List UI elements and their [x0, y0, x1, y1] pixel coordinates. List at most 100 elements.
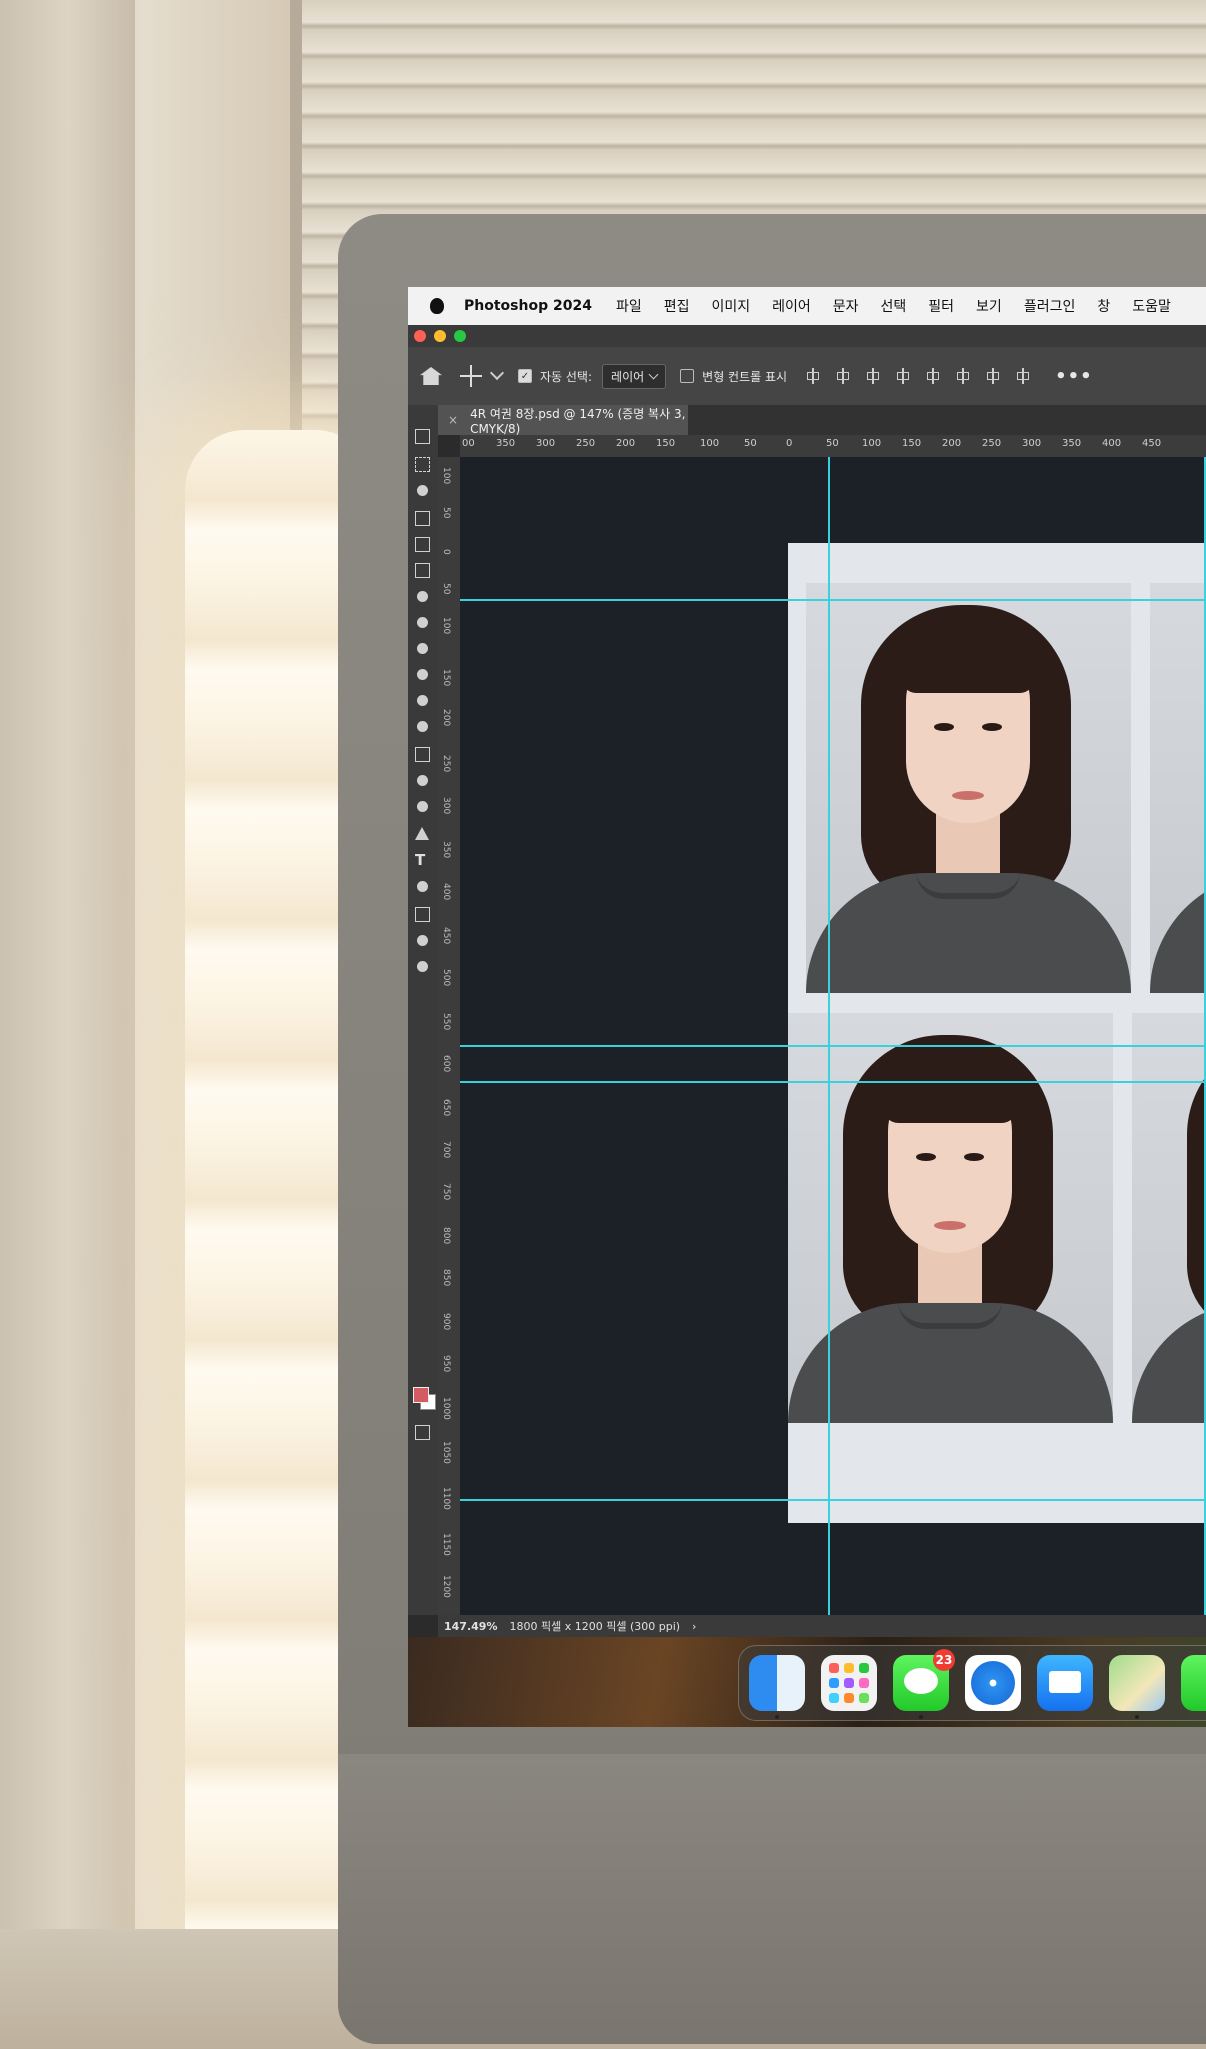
ruler-tick: 250 [441, 755, 451, 773]
horizontal-ruler[interactable]: 00 350 300 250 200 150 100 50 0 50 100 1… [460, 435, 1206, 458]
zoom-window-button[interactable] [454, 330, 466, 342]
document-tab[interactable]: × 4R 여권 8장.psd @ 147% (증명 복사 3, CMYK/8) [438, 405, 688, 436]
gradient-tool-button[interactable] [415, 747, 430, 762]
stamp-tool-button[interactable] [417, 669, 428, 680]
menu-item-plugins[interactable]: 플러그인 [1024, 296, 1076, 316]
auto-select-target-dropdown[interactable]: 레이어 [602, 363, 667, 389]
maps-icon[interactable] [1109, 1655, 1165, 1711]
ruler-tick: 1000 [441, 1397, 451, 1420]
guide-line[interactable] [828, 457, 830, 1615]
move-tool-button[interactable] [415, 429, 430, 444]
menu-item-filter[interactable]: 필터 [928, 296, 954, 316]
rectangle-tool-button[interactable] [415, 907, 430, 922]
blur-tool-button[interactable] [417, 775, 428, 786]
frame-tool-button[interactable] [415, 563, 430, 578]
ruler-tick: 600 [441, 1055, 451, 1073]
ruler-tick: 950 [441, 1355, 451, 1373]
brush-tool-button[interactable] [417, 643, 428, 654]
close-window-button[interactable] [414, 330, 426, 342]
guide-line[interactable] [460, 1081, 1206, 1083]
menu-item-edit[interactable]: 편집 [664, 296, 690, 316]
finder-icon[interactable] [749, 1655, 805, 1711]
history-brush-tool-button[interactable] [417, 695, 428, 706]
guide-line[interactable] [460, 599, 1206, 601]
minimize-window-button[interactable] [434, 330, 446, 342]
eraser-tool-button[interactable] [417, 721, 428, 732]
ruler-tick: 50 [441, 583, 451, 595]
align-left-icon[interactable] [805, 368, 821, 384]
more-options-button[interactable]: ••• [1055, 366, 1093, 387]
quick-mask-tool-button[interactable] [415, 1425, 430, 1440]
distribute-horizontal-icon[interactable] [895, 368, 911, 384]
hand-tool-button[interactable] [417, 935, 428, 946]
transform-controls-checkbox[interactable] [680, 369, 695, 383]
document-canvas[interactable] [460, 457, 1206, 1615]
path-select-tool-button[interactable] [417, 881, 428, 892]
marquee-tool-button[interactable] [415, 457, 430, 472]
ruler-tick: 750 [441, 1183, 451, 1201]
menu-item-window[interactable]: 창 [1097, 296, 1110, 316]
align-bottom-icon[interactable] [985, 368, 1001, 384]
status-menu-arrow-icon[interactable]: › [692, 1620, 696, 1633]
close-tab-icon[interactable]: × [448, 413, 458, 427]
auto-select-checkbox[interactable]: ✓ [518, 369, 532, 383]
vertical-ruler[interactable]: 100 50 0 50 100 150 200 250 300 350 400 … [438, 457, 461, 1615]
ruler-tick: 100 [441, 617, 451, 635]
tool-preset-chevron-icon[interactable] [489, 365, 505, 381]
foreground-color-swatch[interactable] [413, 1387, 429, 1403]
menu-app-name[interactable]: Photoshop 2024 [464, 298, 592, 314]
wall-pillar [0, 0, 135, 2049]
chevron-down-icon [648, 369, 659, 379]
object-select-tool-button[interactable] [415, 511, 430, 526]
apple-logo-icon[interactable] [430, 298, 444, 314]
document-info: 1800 픽셀 x 1200 픽셀 (300 ppi) [509, 1620, 681, 1633]
zoom-level[interactable]: 147.49% [444, 1620, 497, 1633]
ruler-tick: 150 [441, 669, 451, 687]
ruler-tick: 1200 [441, 1575, 451, 1598]
safari-icon[interactable] [965, 1655, 1021, 1711]
document-tab-title: 4R 여권 8장.psd @ 147% (증명 복사 3, CMYK/8) [470, 406, 686, 436]
type-tool-button[interactable]: T [415, 853, 425, 868]
move-tool-icon[interactable] [460, 365, 482, 387]
menu-item-help[interactable]: 도움말 [1132, 296, 1171, 316]
ruler-tick: 200 [616, 438, 636, 449]
triangle-tool-button[interactable] [415, 827, 429, 840]
ruler-tick: 350 [1062, 438, 1082, 449]
running-indicator [1135, 1715, 1139, 1719]
messages-icon[interactable]: 23 [893, 1649, 955, 1711]
mail-icon[interactable] [1037, 1655, 1093, 1711]
zoom-tool-button[interactable] [417, 961, 428, 972]
align-top-icon[interactable] [925, 368, 941, 384]
menu-item-view[interactable]: 보기 [976, 296, 1002, 316]
align-right-icon[interactable] [865, 368, 881, 384]
distribute-vertical-icon[interactable] [1015, 368, 1031, 384]
ruler-tick: 300 [536, 438, 556, 449]
lasso-tool-button[interactable] [417, 485, 428, 496]
healing-brush-tool-button[interactable] [417, 617, 428, 628]
menu-item-type[interactable]: 문자 [833, 296, 859, 316]
screen: Photoshop 2024 파일 편집 이미지 레이어 문자 선택 필터 보기… [408, 287, 1206, 1727]
menu-item-select[interactable]: 선택 [881, 296, 907, 316]
running-indicator [775, 1715, 779, 1719]
crop-tool-button[interactable] [415, 537, 430, 552]
launchpad-icon[interactable] [821, 1655, 877, 1711]
macos-menu-bar: Photoshop 2024 파일 편집 이미지 레이어 문자 선택 필터 보기… [408, 287, 1206, 325]
ruler-tick: 50 [441, 507, 451, 519]
ruler-tick: 100 [441, 467, 451, 485]
align-horizontal-center-icon[interactable] [835, 368, 851, 384]
menu-item-layer[interactable]: 레이어 [772, 296, 811, 316]
facetime-icon[interactable] [1181, 1655, 1206, 1711]
ruler-tick: 100 [862, 438, 882, 449]
ruler-tick: 900 [441, 1313, 451, 1331]
ruler-tick: 450 [1142, 438, 1162, 449]
align-vertical-center-icon[interactable] [955, 368, 971, 384]
menu-item-file[interactable]: 파일 [616, 296, 642, 316]
guide-line[interactable] [460, 1045, 1206, 1047]
home-icon[interactable] [420, 367, 442, 385]
dodge-tool-button[interactable] [417, 801, 428, 812]
messages-badge: 23 [933, 1649, 955, 1671]
guide-line[interactable] [460, 1499, 1206, 1501]
eyedropper-tool-button[interactable] [417, 591, 428, 602]
menu-item-image[interactable]: 이미지 [711, 296, 750, 316]
ruler-tick: 100 [700, 438, 720, 449]
